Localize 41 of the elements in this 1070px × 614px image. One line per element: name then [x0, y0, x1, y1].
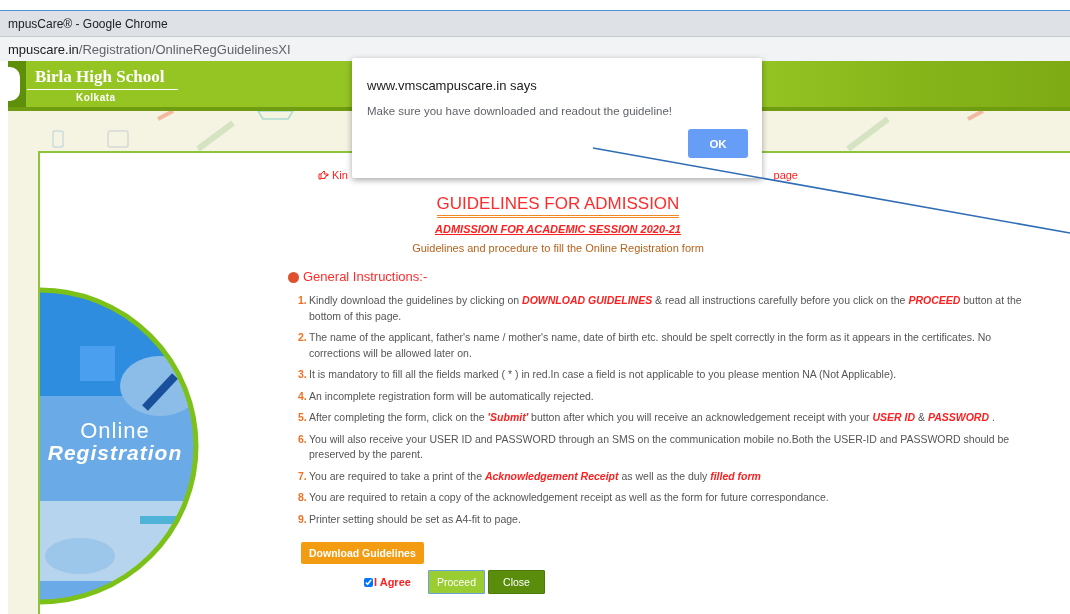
ok-button[interactable]: OK: [688, 129, 748, 158]
window-title: mpusCare® - Google Chrome: [8, 16, 168, 31]
instruction-text: You are required to retain a copy of the acknowledgement receipt as well as the form for future correspondance.: [309, 490, 829, 505]
logo-icon: [8, 67, 20, 101]
bullet-icon: [288, 271, 299, 283]
item-number: 4.: [298, 388, 308, 404]
item-number: 6.: [298, 431, 308, 447]
section-heading: General Instructions:-: [303, 268, 428, 286]
session-heading: ADMISSION FOR ACADEMIC SESSION 2020-21: [435, 222, 681, 236]
instruction-text: An incomplete registration form will be automatically rejected.: [309, 388, 594, 404]
instruction-text: You will also receive your USER ID and PASSWORD through an SMS on the communication mobile no.Both the USER-ID and PASSWORD should be preserved by the parent.: [309, 431, 1011, 462]
instruction-text: The name of the applicant, father's name / mother's name, date of birth etc. should be spelt correctly in the form as it appears in the certificates. No corrections will be allowed later on.: [309, 330, 993, 361]
page-subtitle: Guidelines and procedure to fill the Online Registration form: [412, 241, 704, 255]
address-bar-url[interactable]: mpuscare.in/Registration/OnlineRegGuidelinesXI: [8, 41, 291, 57]
item-number: 7.: [298, 468, 308, 484]
agree-label: I Agree: [374, 576, 411, 588]
instruction-text: After completing the form, click on the 'Submit' button after which you will receive an acknowledgement receipt with your USER ID & PASSWORD .: [309, 410, 995, 425]
agree-checkbox[interactable]: [364, 577, 373, 587]
item-number: 8.: [298, 490, 308, 505]
dialog-title: www.vmscampuscare.in says: [367, 78, 538, 93]
school-city: Kolkata: [75, 92, 117, 103]
download-guidelines-button[interactable]: Download Guidelines: [301, 542, 424, 564]
proceed-button[interactable]: Proceed: [427, 570, 485, 594]
instruction-text: It is mandatory to fill all the fields marked ( * ) in red.In case a field is not applicable to you please mention NA (Not Applicable).: [309, 367, 897, 382]
notice-text: page: [773, 168, 798, 183]
item-number: 3.: [298, 367, 308, 382]
item-number: 5.: [298, 410, 308, 425]
banner-title: Online: [79, 418, 151, 444]
instruction-text: Kindly download the guidelines by clicking on DOWNLOAD GUIDELINES & read all instructions carefully before you click on the PROCEED button at the bottom of this page.: [309, 293, 1023, 324]
item-number: 2.: [298, 330, 308, 345]
banner-subtitle: Registration: [46, 441, 184, 465]
school-name: Birla High School: [34, 67, 166, 87]
pointing-hand-icon: [318, 170, 329, 180]
close-button[interactable]: Close: [488, 570, 545, 594]
instruction-text: You are required to take a print of the Acknowledgement Receipt as well as the duly filled form: [309, 468, 761, 484]
instruction-text: Printer setting should be set as A4-fit to page.: [309, 511, 521, 527]
dialog-message: Make sure you have downloaded and readout the guideline!: [367, 105, 673, 117]
item-number: 1.: [298, 293, 308, 308]
notice-text: Kin: [332, 168, 348, 183]
page-title: GUIDELINES FOR ADMISSION: [436, 193, 680, 218]
item-number: 9.: [298, 511, 308, 527]
